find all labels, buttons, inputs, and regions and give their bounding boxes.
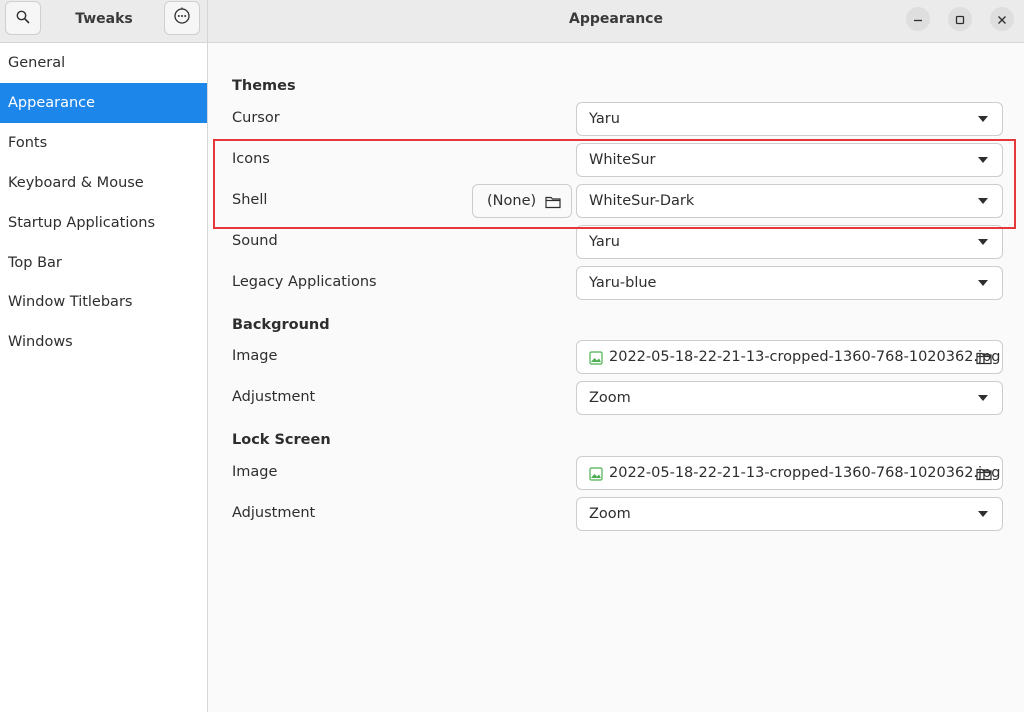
icons-value: WhiteSur (589, 152, 656, 168)
chevron-down-icon (978, 280, 988, 286)
legacy-applications-label: Legacy Applications (232, 274, 377, 290)
sound-dropdown[interactable]: Yaru (576, 225, 1003, 259)
sidebar-item-general[interactable]: General (0, 43, 207, 83)
minimize-icon (913, 10, 923, 29)
background-image-value: 2022-05-18-22-21-13-cropped-1360-768-102… (609, 349, 1001, 365)
sidebar-item-appearance[interactable]: Appearance (0, 83, 207, 123)
shell-value: WhiteSur-Dark (589, 193, 695, 209)
menu-button[interactable] (164, 1, 200, 35)
folder-icon (976, 350, 992, 369)
shell-file-value: (None) (487, 193, 537, 209)
background-heading: Background (232, 317, 330, 333)
sound-label: Sound (232, 233, 278, 249)
chevron-down-icon (978, 198, 988, 204)
image-icon (589, 350, 603, 369)
chevron-down-icon (978, 157, 988, 163)
chevron-down-icon (978, 239, 988, 245)
lock-screen-heading: Lock Screen (232, 432, 331, 448)
sidebar-item-keyboard-mouse[interactable]: Keyboard & Mouse (0, 163, 207, 203)
cursor-dropdown[interactable]: Yaru (576, 102, 1003, 136)
cursor-value: Yaru (589, 111, 620, 127)
sidebar-item-windows[interactable]: Windows (0, 322, 207, 362)
lock-screen-adjustment-dropdown[interactable]: Zoom (576, 497, 1003, 531)
page-title: Appearance (569, 11, 663, 27)
chevron-down-icon (978, 511, 988, 517)
menu-icon (173, 7, 191, 29)
background-image-picker[interactable]: 2022-05-18-22-21-13-cropped-1360-768-102… (576, 340, 1003, 374)
background-adjustment-dropdown[interactable]: Zoom (576, 381, 1003, 415)
sidebar-item-top-bar[interactable]: Top Bar (0, 243, 207, 283)
search-icon (16, 9, 30, 28)
lock-screen-image-value: 2022-05-18-22-21-13-cropped-1360-768-102… (609, 465, 1001, 481)
header-left: Tweaks (0, 0, 208, 43)
background-image-label: Image (232, 348, 278, 364)
sidebar-item-label: Appearance (8, 95, 96, 111)
maximize-icon (955, 10, 965, 29)
background-adjustment-value: Zoom (589, 390, 631, 406)
background-adjustment-label: Adjustment (232, 389, 316, 405)
sidebar-item-label: General (8, 55, 66, 71)
search-button[interactable] (5, 1, 41, 35)
icons-dropdown[interactable]: WhiteSur (576, 143, 1003, 177)
lock-screen-adjustment-label: Adjustment (232, 505, 316, 521)
lock-screen-image-picker[interactable]: 2022-05-18-22-21-13-cropped-1360-768-102… (576, 456, 1003, 490)
shell-label: Shell (232, 192, 268, 208)
app-title: Tweaks (75, 11, 133, 27)
shell-file-button[interactable]: (None) (472, 184, 572, 218)
sidebar-item-window-titlebars[interactable]: Window Titlebars (0, 282, 207, 322)
sidebar-item-label: Keyboard & Mouse (8, 175, 144, 191)
maximize-button[interactable] (948, 7, 972, 31)
sidebar-item-label: Top Bar (8, 255, 62, 271)
image-icon (589, 466, 603, 485)
header-bar: Tweaks Appearance (0, 0, 1024, 43)
close-icon (997, 10, 1007, 29)
chevron-down-icon (978, 395, 988, 401)
cursor-label: Cursor (232, 110, 280, 126)
shell-dropdown[interactable]: WhiteSur-Dark (576, 184, 1003, 218)
chevron-down-icon (978, 116, 988, 122)
sidebar-item-label: Window Titlebars (8, 294, 133, 310)
sidebar-item-fonts[interactable]: Fonts (0, 123, 207, 163)
sidebar: General Appearance Fonts Keyboard & Mous… (0, 43, 208, 712)
sidebar-item-label: Startup Applications (8, 215, 155, 231)
folder-icon (545, 194, 561, 213)
close-button[interactable] (990, 7, 1014, 31)
themes-heading: Themes (232, 78, 296, 94)
lock-screen-adjustment-value: Zoom (589, 506, 631, 522)
sound-value: Yaru (589, 234, 620, 250)
icons-label: Icons (232, 151, 270, 167)
sidebar-item-startup-applications[interactable]: Startup Applications (0, 203, 207, 243)
legacy-applications-dropdown[interactable]: Yaru-blue (576, 266, 1003, 300)
sidebar-item-label: Windows (8, 334, 73, 350)
legacy-applications-value: Yaru-blue (589, 275, 657, 291)
sidebar-item-label: Fonts (8, 135, 48, 151)
minimize-button[interactable] (906, 7, 930, 31)
lock-screen-image-label: Image (232, 464, 278, 480)
folder-icon (976, 466, 992, 485)
